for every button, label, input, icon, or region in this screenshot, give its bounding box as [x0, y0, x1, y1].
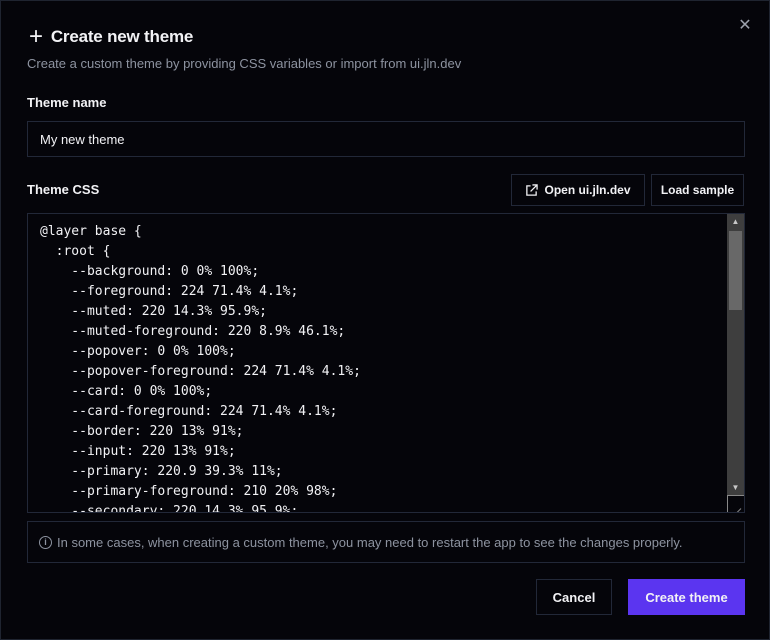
dialog-title-text: Create new theme [50, 27, 194, 46]
theme-name-input[interactable] [27, 121, 745, 157]
theme-css-label: Theme CSS [27, 182, 100, 197]
scrollbar[interactable]: ▲ ▼ [727, 214, 744, 496]
theme-name-label: Theme name [27, 95, 107, 110]
external-link-icon [526, 183, 539, 196]
create-theme-dialog: ✕ + Create new theme Create a custom the… [0, 0, 770, 640]
scroll-down-arrow-icon[interactable]: ▼ [727, 480, 744, 496]
cancel-button[interactable]: Cancel [536, 579, 612, 615]
restart-note: i In some cases, when creating a custom … [27, 521, 745, 563]
dialog-subtitle: Create a custom theme by providing CSS v… [27, 56, 462, 71]
open-ui-jln-label: Open ui.jln.dev [544, 183, 631, 197]
close-icon[interactable]: ✕ [737, 17, 753, 35]
load-sample-button[interactable]: Load sample [651, 174, 744, 206]
scrollbar-thumb[interactable] [729, 231, 742, 310]
theme-css-code[interactable]: @layer base { :root { --background: 0 0%… [40, 222, 361, 512]
scroll-up-arrow-icon[interactable]: ▲ [727, 214, 744, 230]
create-theme-button[interactable]: Create theme [628, 579, 745, 615]
open-ui-jln-button[interactable]: Open ui.jln.dev [511, 174, 645, 206]
theme-css-textarea[interactable]: @layer base { :root { --background: 0 0%… [27, 213, 745, 513]
resize-handle-icon[interactable] [727, 495, 744, 512]
restart-note-text: In some cases, when creating a custom th… [57, 534, 683, 550]
plus-icon: + [29, 23, 43, 50]
dialog-title: + Create new theme [29, 23, 194, 50]
info-icon: i [39, 535, 52, 549]
